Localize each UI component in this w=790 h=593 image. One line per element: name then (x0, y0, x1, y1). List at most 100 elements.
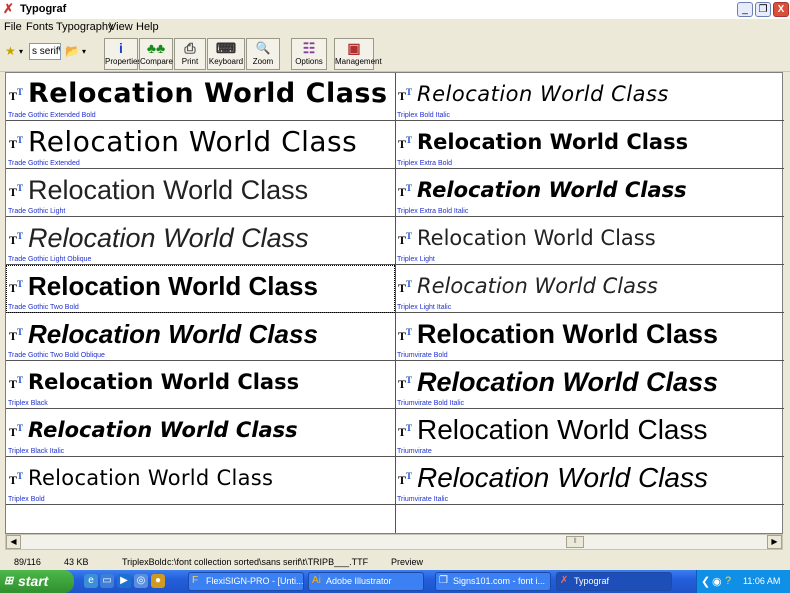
font-cell[interactable]: TT Relocation World Class Triplex Black (6, 361, 395, 409)
task-typograf[interactable]: ✗ Typograf (556, 572, 672, 591)
font-name: Trade Gothic Light (8, 208, 66, 215)
tray-network-icon[interactable]: ◉ (712, 575, 722, 588)
menu-view[interactable]: View (109, 21, 133, 33)
font-cell[interactable]: TT Relocation World Class Trade Gothic L… (6, 217, 395, 265)
info-icon: i (119, 40, 123, 56)
font-cell-selected[interactable]: TT Relocation World Class Trade Gothic T… (6, 265, 395, 313)
management-icon: ▣ (347, 40, 361, 56)
menu-typography[interactable]: Typography (56, 21, 113, 33)
font-sample: Relocation World Class (28, 370, 300, 394)
open-folder-icon[interactable]: 📂 (65, 44, 80, 58)
quicklaunch-app-icon[interactable]: ◎ (134, 574, 148, 588)
font-cell[interactable]: TT Relocation World Class Triumvirate Bo… (395, 361, 784, 409)
font-sample: Relocation World Class (417, 462, 708, 493)
keyboard-button[interactable]: ⌨ Keyboard (207, 38, 245, 70)
print-button[interactable]: ⎙ Print (174, 38, 206, 70)
compare-button[interactable]: ♣♣ Compare (139, 38, 173, 70)
menu-bar: File Fonts Typography View Help (0, 19, 790, 35)
font-cell[interactable]: TT Relocation World Class Triplex Black … (6, 409, 395, 457)
font-name: Triplex Bold (8, 496, 45, 503)
file-size: 43 KB (64, 557, 89, 567)
font-name: Triplex Black (8, 400, 48, 407)
current-font-name: TriplexBold (122, 557, 167, 567)
font-sample: Relocation World Class (28, 418, 298, 442)
options-button[interactable]: ☷ Options (291, 38, 327, 70)
font-cell[interactable]: TT Relocation World Class Triplex Light … (395, 265, 784, 313)
clock[interactable]: 11:06 AM (743, 576, 780, 586)
options-icon: ☷ (302, 40, 316, 56)
font-cell[interactable]: TT Relocation World Class Triplex Extra … (395, 121, 784, 169)
task-flexisign[interactable]: F FlexiSIGN-PRO - [Unti... (188, 572, 304, 591)
typograf-app-icon[interactable]: ✗ (3, 2, 17, 16)
truetype-icon: TT (398, 375, 413, 391)
menu-help[interactable]: Help (136, 21, 159, 33)
open-dropdown-arrow-icon[interactable]: ▾ (82, 47, 86, 56)
font-cell[interactable]: TT Relocation World Class Triumvirate It… (395, 457, 784, 505)
internet-explorer-icon[interactable]: e (84, 574, 98, 588)
font-name: Triplex Black Italic (8, 448, 65, 455)
font-sample: Relocation World Class (28, 125, 358, 158)
font-name: Trade Gothic Two Bold Oblique (8, 352, 105, 359)
typograf-icon: ✗ (560, 575, 569, 586)
font-sample: Relocation World Class (417, 414, 708, 445)
truetype-icon: TT (9, 471, 24, 487)
font-name: Trade Gothic Extended (8, 160, 80, 167)
truetype-icon: TT (9, 327, 24, 343)
font-sample: Relocation World Class (28, 466, 274, 490)
dropdown-arrow-icon[interactable]: ▾ (19, 47, 23, 56)
close-button[interactable]: X (773, 2, 789, 17)
font-name: Triplex Light (397, 256, 435, 263)
zoom-icon: 🔍 (255, 41, 271, 55)
font-sample: Relocation World Class (417, 82, 669, 106)
font-cell[interactable]: TT Relocation World Class Triplex Bold (6, 457, 395, 505)
browser-window-icon: ❐ (439, 575, 448, 586)
restore-button[interactable]: ❐ (755, 2, 771, 17)
start-button[interactable]: ⊞ start (0, 570, 74, 593)
task-illustrator[interactable]: Ai Adobe Illustrator (308, 572, 424, 591)
show-desktop-icon[interactable]: ▭ (100, 574, 114, 588)
font-filter-input[interactable]: s serif\t (29, 43, 61, 60)
truetype-icon: TT (9, 135, 24, 151)
truetype-icon: TT (398, 471, 413, 487)
font-cell[interactable]: TT Relocation World Class Triplex Bold I… (395, 73, 784, 121)
truetype-icon: TT (398, 183, 413, 199)
minimize-button[interactable]: _ (737, 2, 753, 17)
font-sample: Relocation World Class (28, 223, 309, 253)
font-cell[interactable]: TT Relocation World Class Triplex Light (395, 217, 784, 265)
properties-button[interactable]: i Properties (104, 38, 141, 70)
management-button[interactable]: ▣ Management (334, 38, 382, 70)
tray-back-icon[interactable]: ❮ (701, 575, 710, 588)
printer-icon: ⎙ (184, 40, 196, 56)
font-name: Trade Gothic Extended Bold (8, 112, 96, 119)
font-name: Trade Gothic Light Oblique (8, 256, 92, 263)
font-cell[interactable]: TT Relocation World Class Trade Gothic T… (6, 313, 395, 361)
font-name: Trade Gothic Two Bold (8, 304, 79, 311)
font-cell[interactable]: TT Relocation World Class Triumvirate (395, 409, 784, 457)
menu-file[interactable]: File (4, 21, 22, 33)
font-name: Triumvirate Bold Italic (397, 400, 465, 407)
zoom-button[interactable]: 🔍 Zoom (246, 38, 280, 70)
new-folder-icon[interactable]: ★ (5, 44, 16, 58)
task-signs101[interactable]: ❐ Signs101.com - font i... (435, 572, 551, 591)
truetype-icon: TT (9, 231, 24, 247)
horizontal-scrollbar[interactable]: ◀ ⦀ ▶ (5, 534, 783, 550)
font-cell[interactable]: TT Relocation World Class Trade Gothic L… (6, 169, 395, 217)
quicklaunch-app2-icon[interactable]: ● (151, 574, 165, 588)
font-cell[interactable]: TT Relocation World Class Trade Gothic E… (6, 73, 395, 121)
truetype-icon: TT (9, 183, 24, 199)
font-sample: Relocation World Class (417, 274, 658, 298)
font-cell[interactable]: TT Relocation World Class Triplex Extra … (395, 169, 784, 217)
scroll-right-icon[interactable]: ▶ (767, 535, 782, 549)
windows-logo-icon: ⊞ (4, 575, 14, 587)
font-name: Triplex Bold Italic (397, 112, 451, 119)
menu-fonts[interactable]: Fonts (26, 21, 54, 33)
font-sample: Relocation World Class (417, 367, 719, 397)
scroll-left-icon[interactable]: ◀ (6, 535, 21, 549)
tray-help-icon[interactable]: ? (725, 575, 731, 587)
truetype-icon: TT (9, 87, 24, 103)
font-name: Triplex Light Italic (397, 304, 452, 311)
font-cell[interactable]: TT Relocation World Class Triumvirate Bo… (395, 313, 784, 361)
media-player-icon[interactable]: ▶ (117, 574, 131, 588)
font-cell[interactable]: TT Relocation World Class Trade Gothic E… (6, 121, 395, 169)
scroll-thumb[interactable]: ⦀ (566, 536, 584, 548)
